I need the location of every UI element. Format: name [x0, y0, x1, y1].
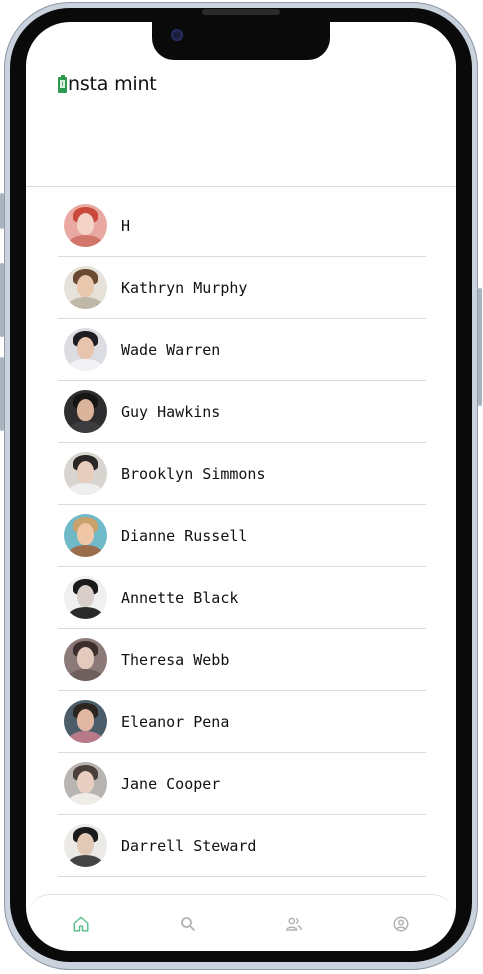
contact-name: Brooklyn Simmons — [121, 464, 266, 483]
search-icon — [180, 916, 195, 931]
avatar — [64, 390, 107, 433]
bottom-nav — [28, 894, 454, 952]
contact-name: Guy Hawkins — [121, 402, 221, 421]
contact-name: Wade Warren — [121, 340, 221, 359]
contact-row[interactable]: Theresa Webb — [58, 629, 426, 691]
contact-name: Annette Black — [121, 588, 239, 607]
nav-home[interactable] — [61, 904, 101, 944]
contact-row[interactable]: Brooklyn Simmons — [58, 443, 426, 505]
contact-row[interactable]: Darrell Steward — [58, 815, 426, 877]
avatar — [64, 762, 107, 805]
avatar — [64, 576, 107, 619]
avatar — [64, 638, 107, 681]
avatar — [64, 824, 107, 867]
users-icon — [286, 917, 303, 931]
app-logo: I nsta mint — [58, 72, 157, 96]
avatar — [64, 204, 107, 247]
contact-name: Kathryn Murphy — [121, 278, 248, 297]
contact-name: Jane Cooper — [121, 774, 221, 793]
avatar — [64, 700, 107, 743]
contact-row[interactable]: Wade Warren — [58, 319, 426, 381]
contact-row[interactable]: Annette Black — [58, 567, 426, 629]
avatar — [64, 514, 107, 557]
speaker-grille — [202, 9, 280, 15]
avatar — [64, 328, 107, 371]
svg-text:I: I — [62, 81, 64, 88]
contact-row[interactable]: Guy Hawkins — [58, 381, 426, 443]
home-icon — [73, 916, 89, 931]
app-title: nsta mint — [68, 73, 157, 95]
contact-row[interactable]: Dianne Russell — [58, 505, 426, 567]
contact-name: Eleanor Pena — [121, 712, 230, 731]
contact-name: Theresa Webb — [121, 650, 230, 669]
contact-name: Darrell Steward — [121, 836, 257, 855]
header-divider — [26, 186, 456, 187]
avatar — [64, 452, 107, 495]
nav-users[interactable] — [274, 904, 314, 944]
contact-row[interactable]: Eleanor Pena — [58, 691, 426, 753]
contact-row[interactable]: Kathryn Murphy — [58, 257, 426, 319]
nav-search[interactable] — [168, 904, 208, 944]
profile-icon — [393, 916, 409, 931]
camera-icon — [171, 29, 183, 41]
contact-name: Dianne Russell — [121, 526, 248, 545]
contact-row[interactable]: H — [58, 195, 426, 257]
mint-logo-icon: I — [58, 75, 67, 93]
contact-row[interactable]: Jane Cooper — [58, 753, 426, 815]
nav-profile[interactable] — [381, 904, 421, 944]
avatar — [64, 266, 107, 309]
contact-name: H — [121, 216, 131, 235]
contact-list: H Kathryn Murphy Wade Warren Guy Hawkins Bro… — [58, 195, 426, 877]
power-button — [478, 288, 482, 406]
